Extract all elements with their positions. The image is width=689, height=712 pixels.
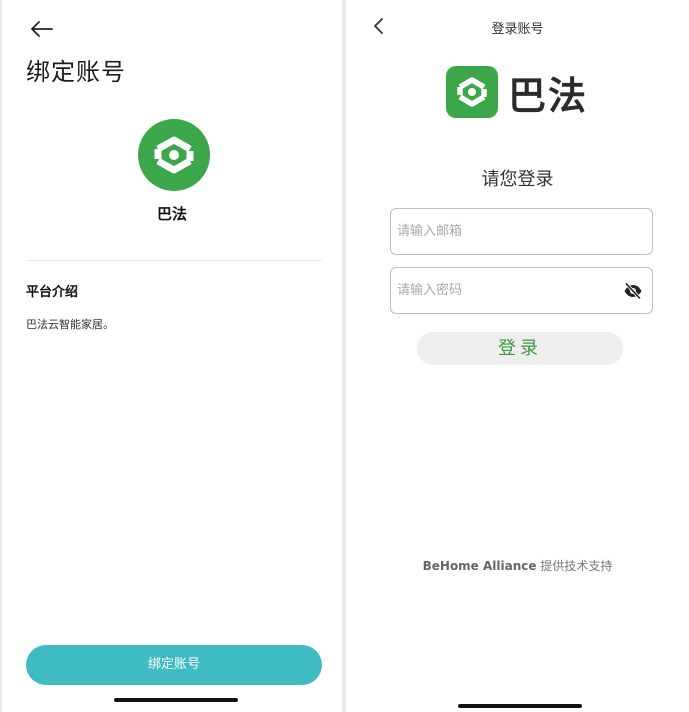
home-indicator [458,704,582,708]
login-screen: 登录账号 巴法 请您登录 请输入邮箱 登录 BeHome Alliance 提供… [346,0,689,712]
home-indicator [114,698,238,702]
footer-text: 提供技术支持 [540,559,613,573]
bafa-logo-icon [138,119,210,191]
page-title: 绑定账号 [26,58,126,86]
app-name: 巴法 [156,205,187,223]
bind-account-screen: 绑定账号 巴法 平台介绍 巴法云智能家居。 绑定账号 [2,0,342,712]
nav-title: 登录账号 [491,22,544,37]
footer-brand: BeHome Alliance [422,559,537,573]
footer: BeHome Alliance 提供技术支持 [346,557,689,574]
brand-name: 巴法 [508,73,589,118]
password-field [390,267,653,314]
login-button[interactable]: 登录 [417,332,623,365]
brand: 巴法 [446,66,588,118]
email-input[interactable] [391,209,652,254]
password-input[interactable] [391,268,652,313]
eye-off-icon[interactable] [623,282,643,300]
login-heading: 请您登录 [481,169,554,190]
email-field [390,208,653,255]
bafa-logo-icon [446,66,498,118]
section-description: 巴法云智能家居。 [26,318,114,331]
arrow-left-icon[interactable] [28,18,54,40]
divider [26,260,322,261]
bind-account-button[interactable]: 绑定账号 [26,645,322,685]
section-title: 平台介绍 [26,285,79,300]
two-screen-stage: 绑定账号 巴法 平台介绍 巴法云智能家居。 绑定账号 登录账号 巴法 请您登录 … [0,0,689,712]
